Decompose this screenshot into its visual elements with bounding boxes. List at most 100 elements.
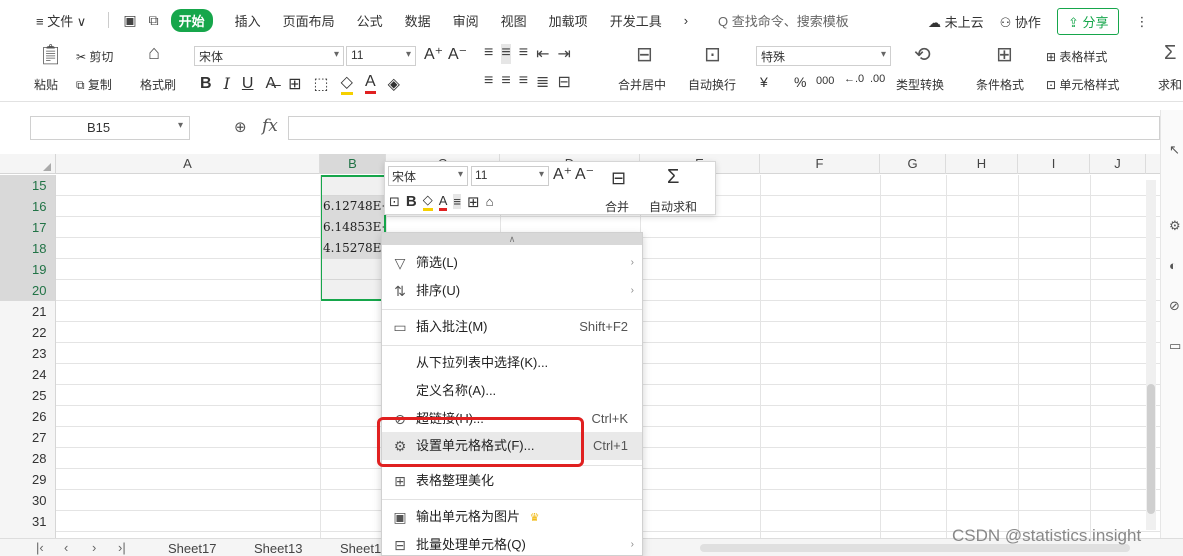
row-header[interactable]: 26: [0, 406, 56, 427]
row-header[interactable]: 15: [0, 175, 56, 196]
menu-item-insert-comment[interactable]: ▭ 插入批注(M) Shift+F2: [382, 313, 642, 341]
tab-developer[interactable]: 开发工具: [610, 11, 662, 30]
align-left-icon[interactable]: ≡: [484, 72, 493, 92]
row-header[interactable]: 22: [0, 322, 56, 343]
sum-button[interactable]: 求和: [1158, 76, 1182, 93]
menu-item-sort[interactable]: ⇅ 排序(U) ›: [382, 277, 642, 305]
sheet-tab-sheet17[interactable]: Sheet17: [168, 541, 216, 556]
file-menu[interactable]: ≡ 文件 ∨: [36, 11, 86, 30]
menu-item-export-image[interactable]: ▣ 输出单元格为图片 ♛: [382, 503, 642, 531]
tab-review[interactable]: 审阅: [453, 11, 479, 30]
row-header[interactable]: 16: [0, 196, 56, 217]
tab-formulas[interactable]: 公式: [357, 11, 383, 30]
thousands-button[interactable]: 000: [816, 75, 834, 87]
menu-item-define-name[interactable]: 定义名称(A)...: [382, 377, 642, 405]
mini-merge-icon[interactable]: ⊟: [611, 168, 626, 189]
row-header[interactable]: 19: [0, 259, 56, 280]
mini-painter-icon[interactable]: ⌂: [486, 194, 494, 209]
share-button[interactable]: ⇪ 分享: [1056, 8, 1120, 35]
zoom-search-icon[interactable]: ⊕: [234, 118, 247, 136]
row-header[interactable]: 24: [0, 364, 56, 385]
tab-view[interactable]: 视图: [501, 11, 527, 30]
copy-button[interactable]: ⧉ 复制: [76, 76, 112, 93]
align-right-icon[interactable]: ≡: [519, 72, 528, 92]
sheet-tab-sheet1[interactable]: Sheet1: [340, 541, 381, 556]
select-all-corner[interactable]: [0, 154, 56, 174]
fill-effect-icon[interactable]: ⬚: [314, 74, 329, 94]
cond-format-icon[interactable]: ⊞: [996, 42, 1013, 67]
mini-wrap-icon[interactable]: ⊡: [389, 194, 400, 210]
row-header[interactable]: 17: [0, 217, 56, 238]
mini-bold-button[interactable]: B: [406, 193, 417, 210]
menu-item-pick-from-list[interactable]: 从下拉列表中选择(K)...: [382, 349, 642, 377]
currency-button[interactable]: ¥: [760, 74, 768, 90]
mini-font-color-icon[interactable]: A: [438, 193, 448, 211]
template-icon[interactable]: ⧉: [149, 12, 159, 29]
decrease-font-icon[interactable]: A⁻: [448, 44, 467, 64]
cond-format-button[interactable]: 条件格式: [976, 76, 1024, 93]
font-color-icon[interactable]: A: [364, 73, 376, 94]
wrap-text-button[interactable]: 自动换行: [688, 76, 736, 93]
row-header[interactable]: 27: [0, 427, 56, 448]
select-pointer-icon[interactable]: ↖: [1169, 142, 1180, 158]
align-bottom-icon[interactable]: ≡: [519, 44, 528, 64]
next-sheet-icon[interactable]: ›: [92, 540, 96, 555]
align-middle-icon[interactable]: ≡: [501, 44, 511, 64]
column-header-j[interactable]: J: [1090, 154, 1146, 174]
collab-button[interactable]: ⚇ 协作: [1000, 12, 1041, 31]
font-size-select[interactable]: 11: [346, 46, 416, 66]
mini-sum-icon[interactable]: Σ: [667, 166, 679, 189]
type-convert-icon[interactable]: ⟲: [914, 42, 931, 67]
font-name-select[interactable]: 宋体: [194, 46, 344, 66]
cut-button[interactable]: ✂ 剪切: [76, 48, 113, 65]
column-header-h[interactable]: H: [946, 154, 1018, 174]
backup-icon[interactable]: ⊘: [1169, 298, 1180, 314]
border-icon[interactable]: ⊞: [288, 74, 301, 94]
menu-item-batch-process[interactable]: ⊟ 批量处理单元格(Q) ›: [382, 531, 642, 556]
distribute-icon[interactable]: ⊟: [557, 72, 570, 92]
paste-icon[interactable]: 📋︎: [38, 42, 63, 67]
mini-border-icon[interactable]: ⊞: [467, 193, 480, 211]
first-sheet-icon[interactable]: |‹: [36, 540, 44, 555]
tab-page-layout[interactable]: 页面布局: [283, 11, 335, 30]
name-box[interactable]: B15: [30, 116, 190, 140]
underline-button[interactable]: U: [242, 75, 254, 93]
column-header-a[interactable]: A: [56, 154, 320, 174]
row-header[interactable]: 23: [0, 343, 56, 364]
row-header[interactable]: 31: [0, 511, 56, 532]
menu-item-filter[interactable]: ▽ 筛选(L) ›: [382, 249, 642, 277]
column-header-g[interactable]: G: [880, 154, 946, 174]
style-icon[interactable]: ◐: [1169, 258, 1177, 273]
more-icon[interactable]: ⋮: [1135, 14, 1148, 30]
increase-font-icon[interactable]: A⁺: [424, 44, 443, 64]
more-tabs-button[interactable]: ›: [684, 13, 688, 28]
type-convert-button[interactable]: 类型转换: [896, 76, 944, 93]
fill-color-icon[interactable]: ◇: [340, 72, 353, 95]
indent-decrease-icon[interactable]: ⇤: [536, 44, 549, 64]
row-header[interactable]: 29: [0, 469, 56, 490]
clear-format-icon[interactable]: ◈: [388, 74, 400, 94]
mini-font-select[interactable]: 宋体: [388, 166, 468, 186]
row-header[interactable]: 21: [0, 301, 56, 322]
menu-item-beautify[interactable]: ⊞ 表格整理美化: [382, 467, 642, 495]
fx-button[interactable]: fx: [262, 116, 278, 136]
collapse-handle[interactable]: ∧: [382, 233, 642, 245]
column-header-i[interactable]: I: [1018, 154, 1090, 174]
decrease-decimal-icon[interactable]: .00: [870, 73, 885, 85]
row-header[interactable]: 20: [0, 280, 56, 301]
tab-addins[interactable]: 加载项: [549, 11, 588, 30]
column-header-b[interactable]: B: [320, 154, 386, 174]
prev-sheet-icon[interactable]: ‹: [64, 540, 68, 555]
row-header[interactable]: 28: [0, 448, 56, 469]
command-search[interactable]: Q 查找命令、搜索模板: [718, 11, 849, 30]
mini-align-icon[interactable]: ≡: [453, 194, 462, 209]
cloud-status[interactable]: ☁ 未上云: [928, 12, 984, 31]
row-header[interactable]: 25: [0, 385, 56, 406]
tab-home[interactable]: 开始: [170, 8, 213, 32]
mini-merge-button[interactable]: 合并: [605, 198, 629, 215]
tab-data[interactable]: 数据: [405, 11, 431, 30]
align-center-icon[interactable]: ≡: [501, 72, 510, 92]
merge-center-button[interactable]: 合并居中: [618, 76, 666, 93]
sum-icon[interactable]: Σ: [1164, 42, 1176, 65]
sheet-tab-sheet13[interactable]: Sheet13: [254, 541, 302, 556]
